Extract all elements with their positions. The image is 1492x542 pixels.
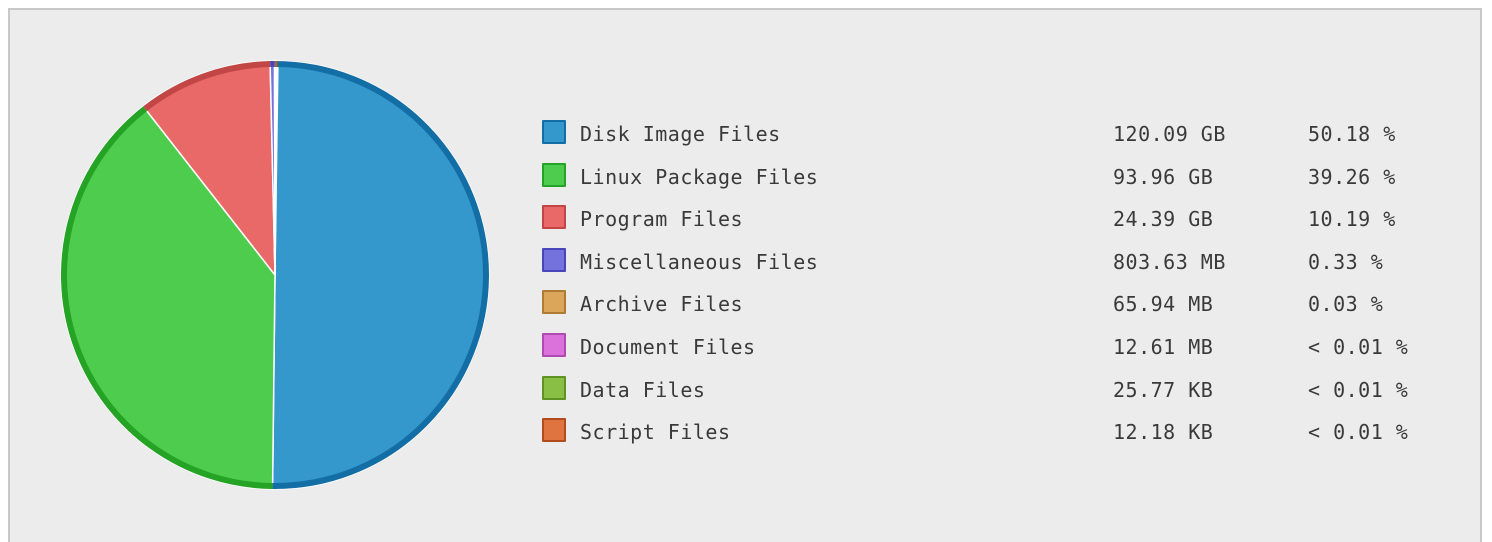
legend-label: Miscellaneous Files [580, 249, 819, 274]
legend-percent: 0.03 % [1308, 292, 1384, 317]
legend-row: Archive Files 65.94 MB 0.03 % [540, 286, 1440, 329]
legend-row: Miscellaneous Files 803.63 MB 0.33 % [540, 244, 1440, 287]
legend-size: 65.94 MB [1113, 292, 1214, 317]
legend-swatch [542, 120, 566, 144]
legend-row: Program Files 24.39 GB 10.19 % [540, 201, 1440, 244]
legend-size: 25.77 KB [1113, 377, 1214, 402]
legend-label: Program Files [580, 207, 744, 232]
legend-percent: < 0.01 % [1308, 377, 1409, 402]
legend-label: Archive Files [580, 292, 744, 317]
legend-row: Data Files 25.77 KB < 0.01 % [540, 372, 1440, 415]
chart-panel: Disk Image Files 120.09 GB 50.18 % Linux… [8, 8, 1482, 542]
legend-percent: < 0.01 % [1308, 420, 1409, 445]
legend-row: Document Files 12.61 MB < 0.01 % [540, 329, 1440, 372]
legend-size: 120.09 GB [1113, 122, 1226, 146]
legend-row: Linux Package Files 93.96 GB 39.26 % [540, 159, 1440, 202]
legend-label: Document Files [580, 334, 756, 359]
legend-size: 93.96 GB [1113, 164, 1214, 189]
legend-percent: 0.33 % [1308, 249, 1384, 274]
legend-label: Disk Image Files [580, 122, 781, 146]
legend-swatch [542, 205, 566, 230]
legend-swatch [542, 247, 566, 272]
legend-percent: 50.18 % [1308, 122, 1396, 146]
pie-chart [60, 60, 490, 490]
legend-percent: 39.26 % [1308, 164, 1396, 189]
legend: Disk Image Files 120.09 GB 50.18 % Linux… [540, 116, 1440, 457]
legend-size: 12.61 MB [1113, 334, 1214, 359]
legend-label: Data Files [580, 377, 706, 402]
legend-label: Linux Package Files [580, 164, 819, 189]
legend-row: Disk Image Files 120.09 GB 50.18 % [540, 116, 1440, 159]
legend-swatch [542, 332, 566, 357]
legend-size: 12.18 KB [1113, 420, 1214, 445]
legend-swatch [542, 375, 566, 400]
legend-swatch [542, 290, 566, 315]
legend-swatch [542, 162, 566, 187]
legend-size: 24.39 GB [1113, 207, 1214, 232]
legend-row: Script Files 12.18 KB < 0.01 % [540, 414, 1440, 457]
legend-size: 803.63 MB [1113, 249, 1226, 274]
legend-label: Script Files [580, 420, 731, 445]
pie-slice-disk-image [271, 60, 490, 490]
legend-percent: < 0.01 % [1308, 334, 1409, 359]
legend-percent: 10.19 % [1308, 207, 1396, 232]
legend-swatch [542, 418, 566, 443]
